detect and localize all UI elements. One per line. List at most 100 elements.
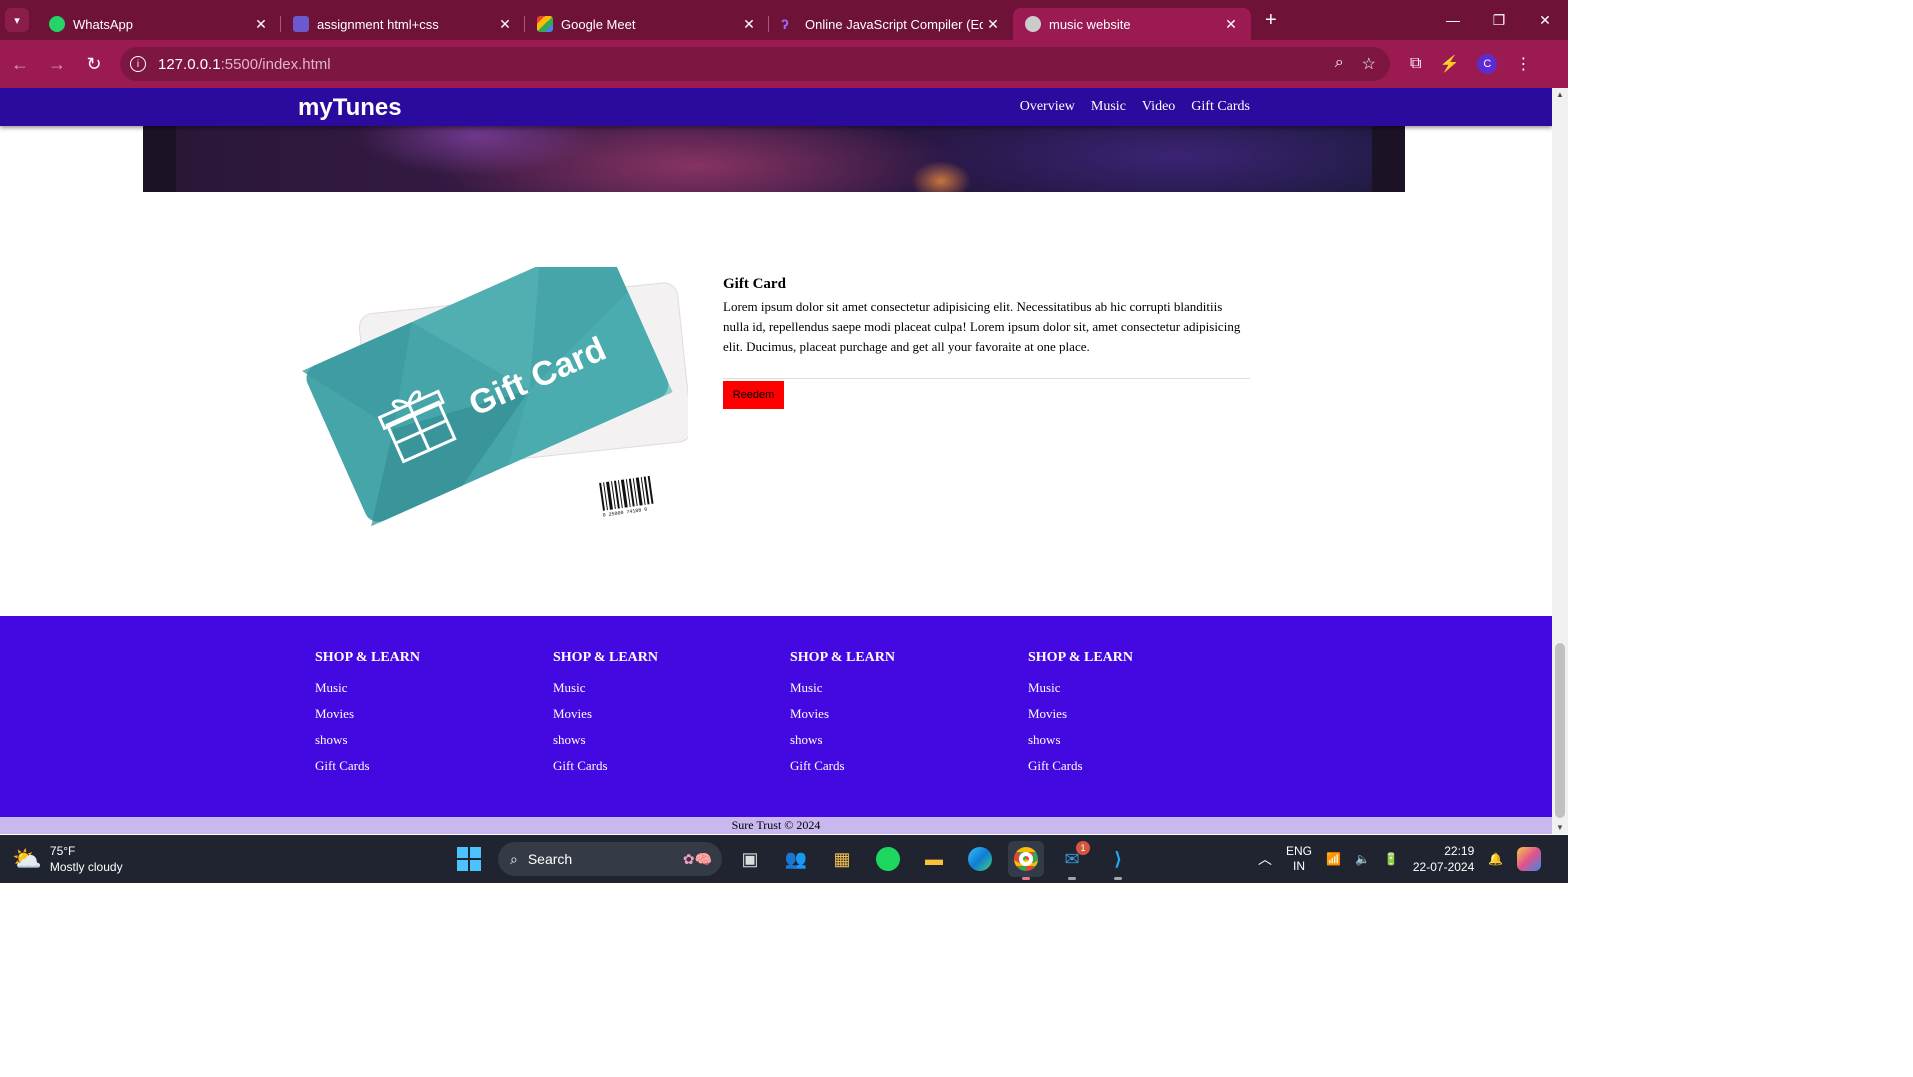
scrollbar-thumb[interactable] [1555,643,1565,818]
footer-link-gift-cards[interactable]: Gift Cards [315,758,420,784]
close-icon[interactable]: ✕ [495,16,515,33]
footer-link-movies[interactable]: Movies [553,706,658,732]
hero-banner-image [143,126,1405,192]
search-label: Search [527,851,573,867]
footer-link-gift-cards[interactable]: Gift Cards [790,758,895,784]
tab-strip: ▾ WhatsApp ✕ assignment html+css ✕ Googl… [0,0,1568,40]
back-icon[interactable]: ← [2,54,38,75]
address-bar[interactable]: i 127.0.0.1:5500/index.html ⌕ ☆ [120,47,1390,81]
close-icon[interactable]: ✕ [739,16,759,33]
wifi-icon[interactable]: 📶 [1326,852,1341,866]
chrome-icon[interactable] [1008,841,1044,880]
nav-link-overview[interactable]: Overview [1020,99,1075,115]
taskbar-search[interactable]: ⌕ Search ✿🧠 [498,842,722,876]
close-window-icon[interactable]: ✕ [1522,12,1568,29]
mail-icon[interactable]: ✉ 1 [1054,841,1090,880]
copyright-text: Sure Trust © 2024 [0,817,1552,834]
gift-card-section: Gift Card 0 25000 74188 0 Gift Card Lore… [0,192,1552,616]
footer-link-movies[interactable]: Movies [790,706,895,732]
more-menu-icon[interactable]: ⋮ [1515,54,1531,74]
clock[interactable]: 22:19 22-07-2024 [1413,843,1474,875]
meet-icon [537,16,553,32]
restore-icon[interactable]: ❐ [1476,12,1522,29]
spotify-icon[interactable] [870,841,906,877]
footer-link-music[interactable]: Music [315,680,420,706]
language-indicator[interactable]: ENG IN [1286,844,1312,874]
site-info-icon[interactable]: i [130,56,146,72]
volume-icon[interactable]: 🔈 [1355,852,1370,866]
microsoft-store-icon[interactable]: ▦ [824,841,860,877]
footer-link-gift-cards[interactable]: Gift Cards [553,758,658,784]
performance-icon[interactable]: ⚡ [1439,54,1459,74]
page-scrollbar[interactable]: ▲ ▼ [1552,88,1568,834]
gift-card-description: Lorem ipsum dolor sit amet consectetur a… [723,299,1241,354]
footer-link-music[interactable]: Music [1028,680,1133,706]
compiler-icon: ʔ [781,16,789,32]
scroll-down-icon[interactable]: ▼ [1556,823,1564,832]
url-host: 127.0.0.1 [158,55,221,73]
nav-link-gift-cards[interactable]: Gift Cards [1191,99,1250,115]
tab-google-meet[interactable]: Google Meet ✕ [525,8,769,40]
tab-whatsapp[interactable]: WhatsApp ✕ [37,8,281,40]
footer-link-shows[interactable]: shows [1028,732,1133,758]
footer-link-shows[interactable]: shows [790,732,895,758]
footer-link-movies[interactable]: Movies [315,706,420,732]
bookmark-star-icon[interactable]: ☆ [1362,54,1376,74]
close-icon[interactable]: ✕ [983,16,1003,33]
temperature: 75°F [49,844,76,858]
tab-title: music website [1049,16,1131,32]
footer-link-movies[interactable]: Movies [1028,706,1133,732]
site-logo[interactable]: myTunes [298,94,402,122]
weather-widget[interactable]: ⛅ 75°F Mostly cloudy [12,843,123,875]
weather-description: Mostly cloudy [49,860,123,874]
chevron-up-icon[interactable]: ︿ [1258,849,1272,869]
battery-icon[interactable]: 🔋 [1384,852,1399,866]
redeem-button[interactable]: Reedem [723,381,784,409]
language-code: ENG [1286,844,1313,858]
footer-link-music[interactable]: Music [553,680,658,706]
teams-icon[interactable]: 👥 [778,841,814,877]
divider [723,378,1250,379]
tab-js-compiler[interactable]: ʔ Online JavaScript Compiler (Edi ✕ [769,8,1013,40]
zoom-icon[interactable]: ⌕ [1335,54,1344,74]
file-explorer-icon[interactable]: ▬ [916,841,952,877]
taskbar: ⛅ 75°F Mostly cloudy ⌕ Search ✿🧠 ▣ 👥 ▦ ▬… [0,835,1568,883]
search-icon: ⌕ [510,850,518,867]
globe-icon [1025,16,1041,32]
tab-title: assignment html+css [317,16,439,32]
scroll-up-icon[interactable]: ▲ [1556,90,1564,99]
footer-heading: SHOP & LEARN [315,650,421,665]
footer-column: SHOP & LEARN Music Movies shows Gift Car… [315,650,420,784]
close-icon[interactable]: ✕ [1221,16,1241,33]
toolbar: ← → ↻ i 127.0.0.1:5500/index.html ⌕ ☆ ⧉ … [0,40,1568,88]
search-highlight-icon: ✿🧠 [682,850,712,867]
minimize-icon[interactable]: — [1430,12,1476,29]
nav-link-music[interactable]: Music [1091,99,1126,115]
close-icon[interactable]: ✕ [251,16,271,33]
gift-card-title: Gift Card [723,276,786,292]
footer-link-shows[interactable]: shows [315,732,420,758]
edge-icon[interactable] [962,841,998,877]
tab-assignment[interactable]: assignment html+css ✕ [281,8,525,40]
new-tab-button[interactable]: + [1265,9,1277,32]
profile-avatar[interactable]: C [1477,54,1498,74]
tab-search-button[interactable]: ▾ [5,8,29,32]
footer-link-gift-cards[interactable]: Gift Cards [1028,758,1133,784]
forward-icon[interactable]: → [39,54,75,75]
footer-link-shows[interactable]: shows [553,732,658,758]
notification-bell-icon[interactable]: 🔔 [1488,852,1503,866]
nav-link-video[interactable]: Video [1142,99,1175,115]
region-code: IN [1293,859,1305,873]
reload-icon[interactable]: ↻ [76,54,112,75]
vscode-icon[interactable]: ⟩ [1100,841,1136,880]
start-button[interactable] [450,840,488,878]
url-path: :5500/index.html [220,55,331,73]
gift-card-image: Gift Card 0 25000 74188 0 [302,267,688,527]
extensions-icon[interactable]: ⧉ [1410,55,1421,73]
copilot-icon[interactable] [1517,847,1542,871]
task-view-icon[interactable]: ▣ [732,841,768,877]
site-navbar: myTunes Overview Music Video Gift Cards [0,88,1552,126]
footer-link-music[interactable]: Music [790,680,895,706]
tab-title: Google Meet [561,16,636,32]
tab-music-website[interactable]: music website ✕ [1013,8,1251,40]
